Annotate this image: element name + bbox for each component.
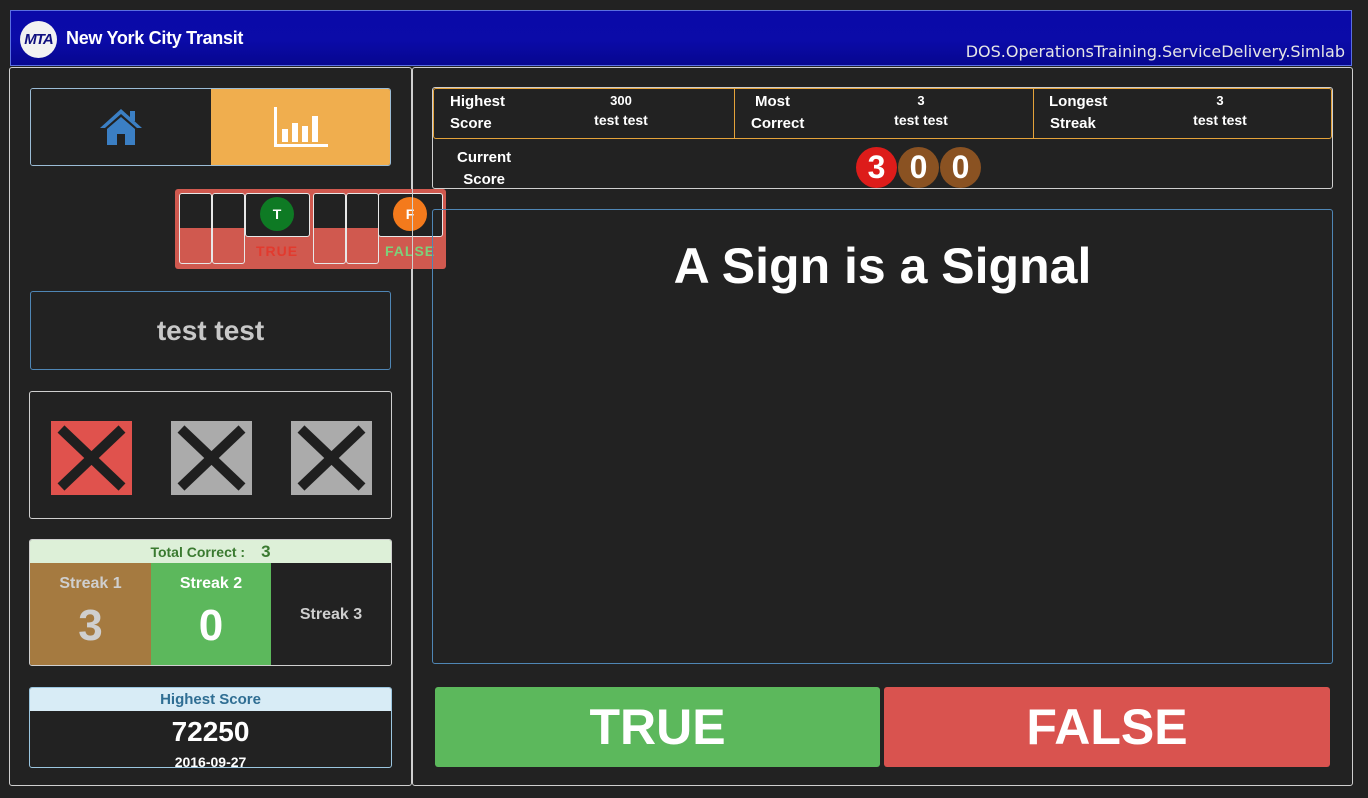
stat-label: Score [450,115,492,132]
current-score-label: Current Score [457,149,512,188]
highest-score-date: 2016-09-27 [174,754,247,768]
highest-score-label: Highest Score [30,688,391,711]
bar-chart-icon [274,107,328,147]
x-mark-icon [51,421,132,495]
app-header: MTA New York City Transit DOS.Operations… [10,10,1352,66]
leaderboard-row: Highest Score 300 test test Most Correct… [433,88,1332,139]
highest-score-value: 72250 [171,716,250,747]
question-text: A Sign is a Signal [673,238,1092,294]
stat-value: 300 [610,93,632,108]
true-circle-icon: T [260,197,294,231]
stat-label: Longest [1049,93,1108,110]
stat-value: 3 [917,93,925,108]
stat-label: Highest [450,93,506,110]
answer-signal-widget: T TRUE F FALSE [175,189,446,269]
mta-logo: MTA [20,21,57,58]
stat-label: Correct [751,115,805,132]
user-name: test test [30,291,391,370]
streak-1: Streak 1 3 [30,563,151,665]
stat-value: 3 [1216,93,1224,108]
false-button[interactable]: FALSE [884,687,1330,767]
stat-holder: test test [594,112,648,128]
leaderboard-highest-score: Highest Score 300 test test [434,89,734,138]
x-mark-icon [171,421,252,495]
current-score-digit: 3 [856,147,897,188]
nav-box [30,88,391,166]
total-correct-label: Total Correct : [150,543,246,560]
brand-title: New York City Transit [66,28,244,48]
true-button[interactable]: TRUE [435,687,880,767]
streak-3: Streak 3 [271,563,391,665]
streak-label: Streak 1 [59,575,122,592]
stat-holder: test test [894,112,948,128]
stats-button[interactable] [211,89,390,165]
streak-label: Streak 3 [299,606,363,623]
streak-label: Streak 2 [179,575,243,592]
total-correct-box: Total Correct : 3 Streak 1 3 Streak 2 0 … [29,539,392,666]
total-correct-value: 3 [261,541,271,561]
signal-slot [179,193,212,264]
leaderboard: Highest Score 300 test test Most Correct… [432,87,1333,189]
streak-2: Streak 2 0 [151,563,271,665]
signal-slot [212,193,245,264]
stat-label: Streak [1050,115,1096,132]
leaderboard-most-correct: Most Correct 3 test test [734,89,1035,138]
home-icon [100,109,142,145]
signal-slot [346,193,379,264]
question-box: A Sign is a Signal [432,209,1333,664]
current-score-digit: 0 [898,147,939,188]
stat-holder: test test [1193,112,1247,128]
true-label: TRUE [256,243,299,259]
leaderboard-longest-streak: Longest Streak 3 test test [1033,89,1333,138]
signal-slot [313,193,346,264]
streak-value: 3 [78,601,103,650]
app-name: DOS.OperationsTraining.ServiceDelivery.S… [965,42,1345,61]
total-correct-header: Total Correct : 3 [30,540,391,563]
home-button[interactable] [31,89,211,165]
stat-label: Most [755,93,790,110]
current-score-digit: 0 [940,147,981,188]
true-indicator: T [245,193,310,237]
x-mark-icon [291,421,372,495]
streak-value: 0 [198,601,224,650]
highest-score-box: Highest Score 72250 2016-09-27 [29,687,392,768]
strikes-box [29,391,392,519]
